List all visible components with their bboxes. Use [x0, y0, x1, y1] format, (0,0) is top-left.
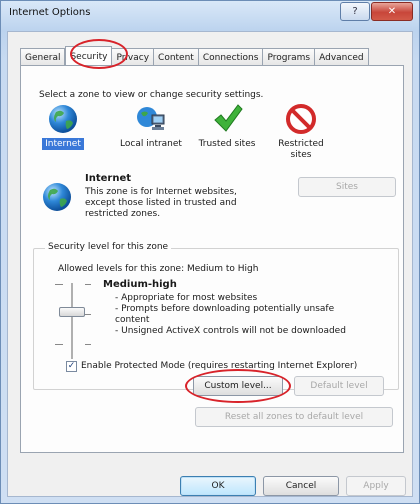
zone-description: This zone is for Internet websites, exce… [85, 187, 237, 219]
tab-connections[interactable]: Connections [198, 48, 264, 66]
slider-track [71, 283, 73, 359]
zone-restricted-sites[interactable]: Restricted sites [271, 103, 331, 161]
tab-privacy[interactable]: Privacy [112, 48, 155, 66]
title-buttons: ? ✕ [340, 2, 413, 21]
tab-strip: General Security Privacy Content Connect… [20, 46, 369, 66]
cancel-button[interactable]: Cancel [263, 476, 339, 496]
reset-all-zones-button[interactable]: Reset all zones to default level [195, 407, 393, 427]
apply-button[interactable]: Apply [346, 476, 406, 496]
security-level-details: - Appropriate for most websites - Prompt… [115, 293, 365, 337]
globe-icon [47, 103, 79, 135]
restricted-icon [285, 103, 317, 135]
tab-content[interactable]: Content [154, 48, 199, 66]
tick-mark [85, 314, 91, 315]
help-button[interactable]: ? [340, 2, 370, 21]
security-level-slider[interactable] [59, 283, 85, 359]
zone-internet[interactable]: Internet [39, 103, 87, 150]
zone-restricted-sites-label: Restricted sites [278, 139, 324, 160]
tab-advanced[interactable]: Advanced [315, 48, 369, 66]
intranet-icon [135, 103, 167, 135]
zone-instruction: Select a zone to view or change security… [39, 90, 264, 100]
checkmark-icon: ✓ [67, 361, 76, 371]
tick-mark [55, 344, 63, 345]
tab-security[interactable]: Security [65, 46, 113, 66]
window-title: Internet Options [9, 7, 91, 18]
tab-programs[interactable]: Programs [263, 48, 316, 66]
zone-trusted-sites[interactable]: Trusted sites [194, 103, 260, 150]
close-button[interactable]: ✕ [371, 2, 413, 21]
allowed-levels-text: Allowed levels for this zone: Medium to … [58, 264, 259, 274]
close-icon: ✕ [387, 6, 397, 17]
level-detail: - Appropriate for most websites [115, 293, 258, 303]
sites-button[interactable]: Sites [298, 177, 396, 197]
zone-local-intranet[interactable]: Local intranet [116, 103, 186, 150]
tick-mark [85, 284, 91, 285]
protected-mode-label: Enable Protected Mode (requires restarti… [81, 361, 358, 371]
title-bar[interactable]: Internet Options ? ✕ [1, 1, 419, 31]
tab-general[interactable]: General [20, 48, 66, 66]
tick-mark [55, 284, 63, 285]
slider-thumb[interactable] [59, 307, 85, 317]
internet-options-window: Internet Options ? ✕ General Security Pr… [0, 0, 420, 504]
globe-icon [41, 181, 73, 213]
protected-mode-checkbox[interactable]: ✓ [66, 361, 77, 372]
help-icon: ? [352, 6, 358, 17]
level-detail: - Unsigned ActiveX controls will not be … [115, 326, 346, 336]
zone-internet-label: Internet [42, 138, 84, 150]
security-level-group-title: Security level for this zone [45, 242, 172, 252]
zone-trusted-sites-label: Trusted sites [198, 139, 256, 149]
level-detail: - Prompts before downloading potentially… [115, 304, 335, 325]
checkmark-icon [211, 103, 243, 135]
security-level-name: Medium-high [103, 279, 177, 290]
default-level-button[interactable]: Default level [294, 376, 384, 396]
zone-list: Internet Local intranet Trusted sites Re… [39, 103, 343, 165]
zone-title: Internet [85, 173, 132, 184]
zone-local-intranet-label: Local intranet [120, 139, 182, 149]
ok-button[interactable]: OK [180, 476, 256, 496]
custom-level-button[interactable]: Custom level... [193, 376, 283, 396]
tick-mark [85, 344, 91, 345]
